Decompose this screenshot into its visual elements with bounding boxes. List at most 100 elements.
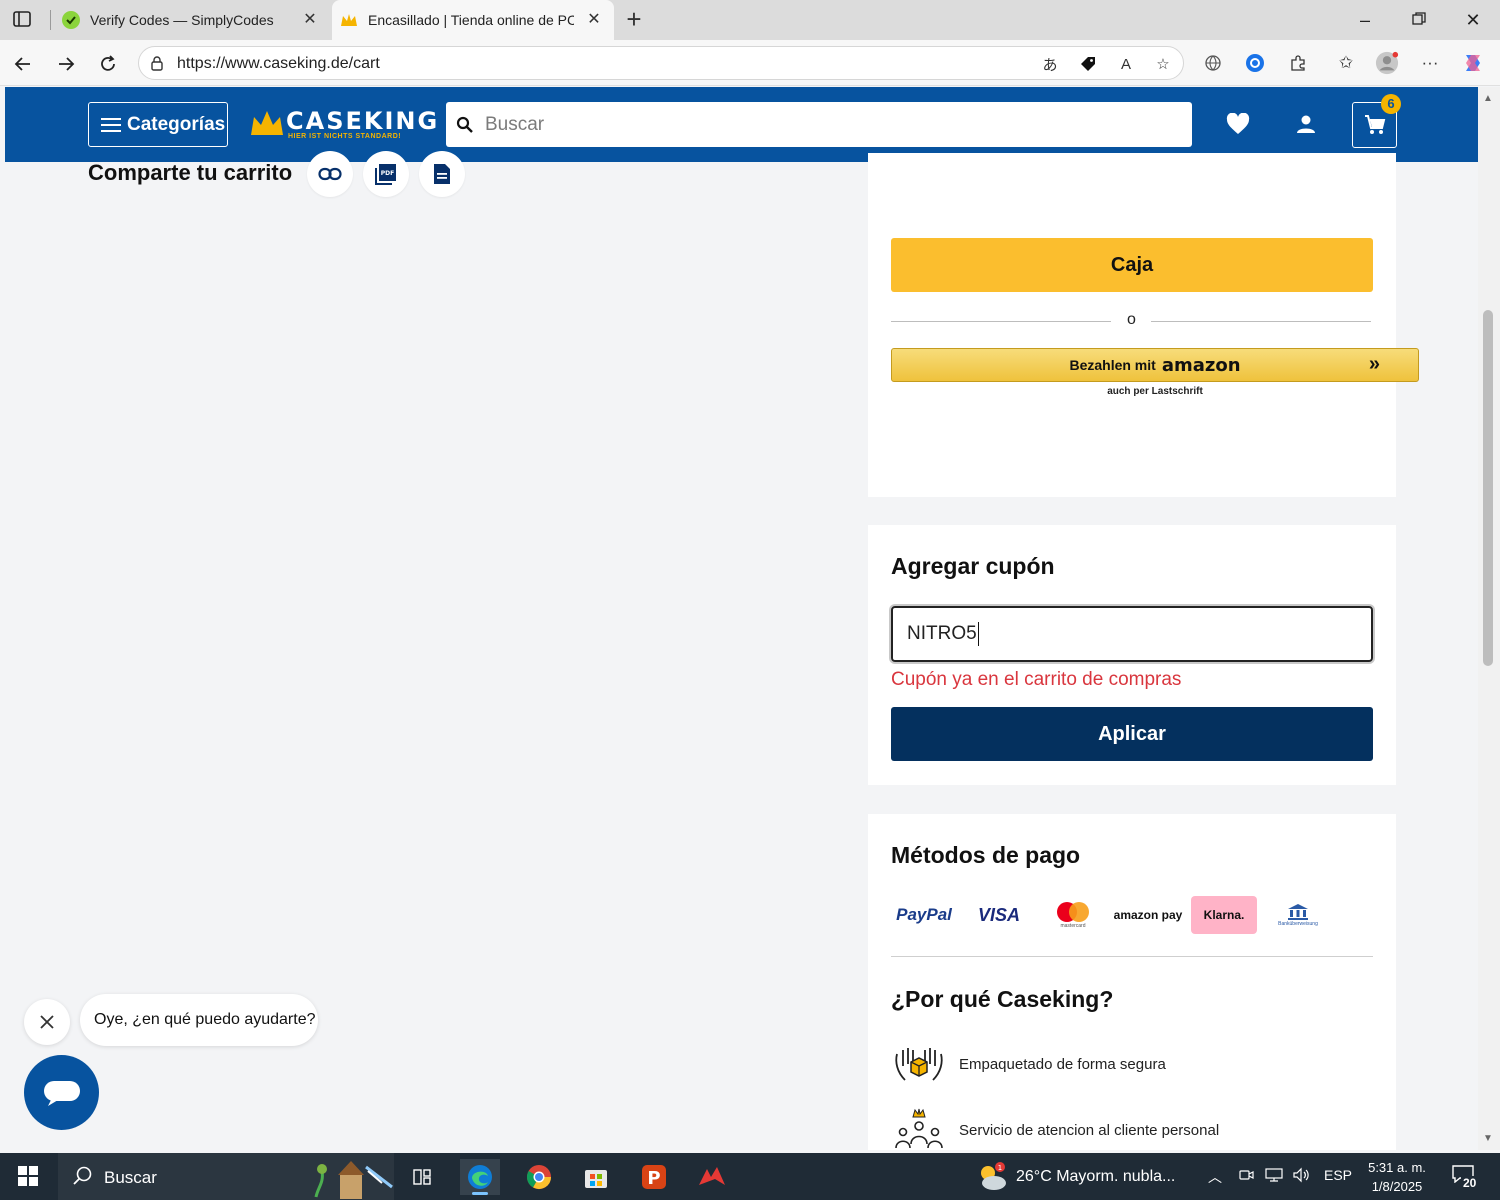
tab-actions-icon[interactable] xyxy=(12,9,34,31)
edge-browser-taskbar-icon[interactable] xyxy=(460,1159,500,1195)
task-view-icon[interactable] xyxy=(402,1159,442,1195)
windows-start-icon[interactable] xyxy=(18,1166,38,1186)
chat-bubble-icon xyxy=(43,1080,80,1106)
text-caret xyxy=(977,622,979,646)
scroll-down-icon[interactable]: ▼ xyxy=(1483,1133,1493,1144)
new-tab-icon[interactable]: + xyxy=(620,4,648,34)
chat-prompt-bubble[interactable]: Oye, ¿en qué puedo ayudarte? xyxy=(80,994,318,1046)
minimize-icon[interactable]: – xyxy=(1352,8,1378,32)
scroll-up-icon[interactable]: ▲ xyxy=(1483,93,1493,104)
coupon-tag-icon[interactable] xyxy=(1077,53,1099,75)
svg-text:1: 1 xyxy=(998,1164,1002,1172)
checkout-card: Caja o Bezahlen mit amazon » auch per La… xyxy=(868,153,1419,497)
caseking-logo[interactable]: CASEKING HIER IST NICHTS STANDARD! xyxy=(250,105,437,145)
wishlist-heart-icon[interactable] xyxy=(1224,110,1252,138)
chrome-taskbar-icon[interactable] xyxy=(519,1159,559,1195)
close-tab-icon[interactable]: ✕ xyxy=(300,10,320,30)
share-pdf-button[interactable]: PDF xyxy=(363,151,409,197)
tab-title: Encasillado | Tienda online de PC xyxy=(368,12,574,28)
why-item-label: Empaquetado de forma segura xyxy=(959,1056,1166,1073)
menu-icon xyxy=(101,114,121,136)
apply-coupon-button[interactable]: Aplicar xyxy=(891,707,1373,761)
notification-center-icon[interactable]: 20 xyxy=(1452,1165,1480,1190)
network-icon[interactable] xyxy=(1264,1167,1284,1186)
search-highlight-castle-icon xyxy=(314,1161,393,1199)
extensions-puzzle-icon[interactable] xyxy=(1286,51,1310,75)
restore-icon[interactable] xyxy=(1406,8,1432,32)
payment-methods-title: Métodos de pago xyxy=(891,842,1081,868)
payment-info-card: Métodos de pago PayPal VISA mastercard a… xyxy=(868,814,1396,1150)
chat-launcher-button[interactable] xyxy=(24,1055,99,1130)
taskbar-search-label: Buscar xyxy=(104,1168,157,1187)
share-link-button[interactable] xyxy=(307,151,353,197)
psiphon-taskbar-icon[interactable]: P xyxy=(634,1159,674,1195)
microsoft-store-taskbar-icon[interactable] xyxy=(576,1159,616,1195)
favorite-star-icon[interactable]: ☆ xyxy=(1152,53,1174,75)
forward-icon[interactable] xyxy=(53,51,79,77)
paypal-logo: PayPal xyxy=(896,905,952,924)
why-item-customer-service: Servicio de atencion al cliente personal xyxy=(891,1108,1373,1150)
chat-close-button[interactable] xyxy=(24,999,70,1045)
show-hidden-icons-chevron-icon[interactable]: ︿ xyxy=(1208,1167,1222,1187)
more-menu-icon[interactable]: ··· xyxy=(1418,51,1442,75)
meet-now-icon[interactable] xyxy=(1238,1167,1254,1186)
categories-button[interactable]: Categorías xyxy=(88,102,228,147)
taskbar-search-box[interactable]: Buscar xyxy=(58,1153,394,1200)
partly-cloudy-icon: 1 xyxy=(981,1161,1006,1190)
chat-prompt-text: Oye, ¿en qué puedo ayudarte? xyxy=(94,1011,316,1028)
favorites-icon[interactable]: ✩ xyxy=(1334,51,1358,75)
mastercard-circles-icon xyxy=(1057,902,1089,922)
svg-text:P: P xyxy=(647,1168,660,1189)
tab-title: Verify Codes — SimplyCodes xyxy=(90,12,274,28)
site-header: Categorías CASEKING HIER IST NICHTS STAN… xyxy=(5,87,1478,162)
crown-logo-icon xyxy=(251,111,283,135)
extension-globe-icon[interactable] xyxy=(1201,51,1225,75)
categories-label: Categorías xyxy=(127,113,226,135)
search-placeholder: Buscar xyxy=(485,114,545,135)
page-scrollbar[interactable]: ▲ ▼ xyxy=(1478,87,1500,1150)
lock-icon[interactable] xyxy=(149,55,165,71)
svg-text:PDF: PDF xyxy=(381,170,394,177)
url-text: https://www.caseking.de/cart xyxy=(177,55,380,72)
scrollbar-thumb[interactable] xyxy=(1483,310,1493,666)
extension-blue-icon[interactable] xyxy=(1243,51,1267,75)
shopping-cart-icon xyxy=(1364,115,1385,134)
close-window-icon[interactable]: ✕ xyxy=(1460,8,1486,32)
weather-widget[interactable]: 1 26°C Mayorm. nubla... xyxy=(974,1153,1175,1200)
taskbar-clock[interactable]: 5:31 a. m. 1/8/2025 xyxy=(1360,1158,1434,1196)
tab-caseking[interactable]: Encasillado | Tienda online de PC ✕ xyxy=(332,0,614,40)
tab-simplycodes[interactable]: Verify Codes — SimplyCodes ✕ xyxy=(52,0,330,40)
back-icon[interactable] xyxy=(10,51,36,77)
page-viewport: Categorías CASEKING HIER IST NICHTS STAN… xyxy=(5,87,1478,1150)
amazon-pay-logo: amazon pay xyxy=(1113,908,1183,922)
separator-line xyxy=(891,321,1111,322)
url-input[interactable]: https://www.caseking.de/cart あ A ☆ xyxy=(138,46,1184,80)
close-tab-icon[interactable]: ✕ xyxy=(584,10,604,30)
clock-time: 5:31 a. m. xyxy=(1368,1160,1426,1175)
refresh-icon[interactable] xyxy=(95,51,121,77)
account-user-icon[interactable] xyxy=(1292,110,1320,138)
notification-count: 20 xyxy=(1461,1176,1479,1190)
checkout-button[interactable]: Caja xyxy=(891,238,1373,292)
copilot-icon[interactable] xyxy=(1461,51,1485,75)
share-document-button[interactable] xyxy=(419,151,465,197)
profile-avatar-icon[interactable] xyxy=(1375,51,1399,75)
coupon-input-value: NITRO5 xyxy=(907,623,977,644)
coupon-code-input[interactable]: NITRO5 xyxy=(891,606,1373,662)
volume-icon[interactable] xyxy=(1292,1167,1310,1186)
why-item-packaging: Empaquetado de forma segura xyxy=(891,1042,1373,1088)
tab-separator xyxy=(50,10,51,30)
search-input[interactable]: Buscar xyxy=(446,102,1192,147)
red-app-taskbar-icon[interactable] xyxy=(692,1159,732,1195)
translate-icon[interactable]: あ xyxy=(1039,53,1061,75)
pay-with-amazon-button[interactable]: Bezahlen mit amazon » xyxy=(891,348,1419,382)
or-separator: o xyxy=(891,311,1373,331)
read-aloud-icon[interactable]: A xyxy=(1115,53,1137,75)
search-icon xyxy=(456,116,473,133)
amazon-subtitle: auch per Lastschrift xyxy=(1107,386,1203,397)
input-language[interactable]: ESP xyxy=(1324,1167,1352,1183)
mastercard-logo: mastercard xyxy=(1043,896,1103,934)
team-crown-icon xyxy=(895,1108,943,1149)
brand-tagline: HIER IST NICHTS STANDARD! xyxy=(288,133,402,140)
active-app-indicator xyxy=(472,1192,488,1195)
